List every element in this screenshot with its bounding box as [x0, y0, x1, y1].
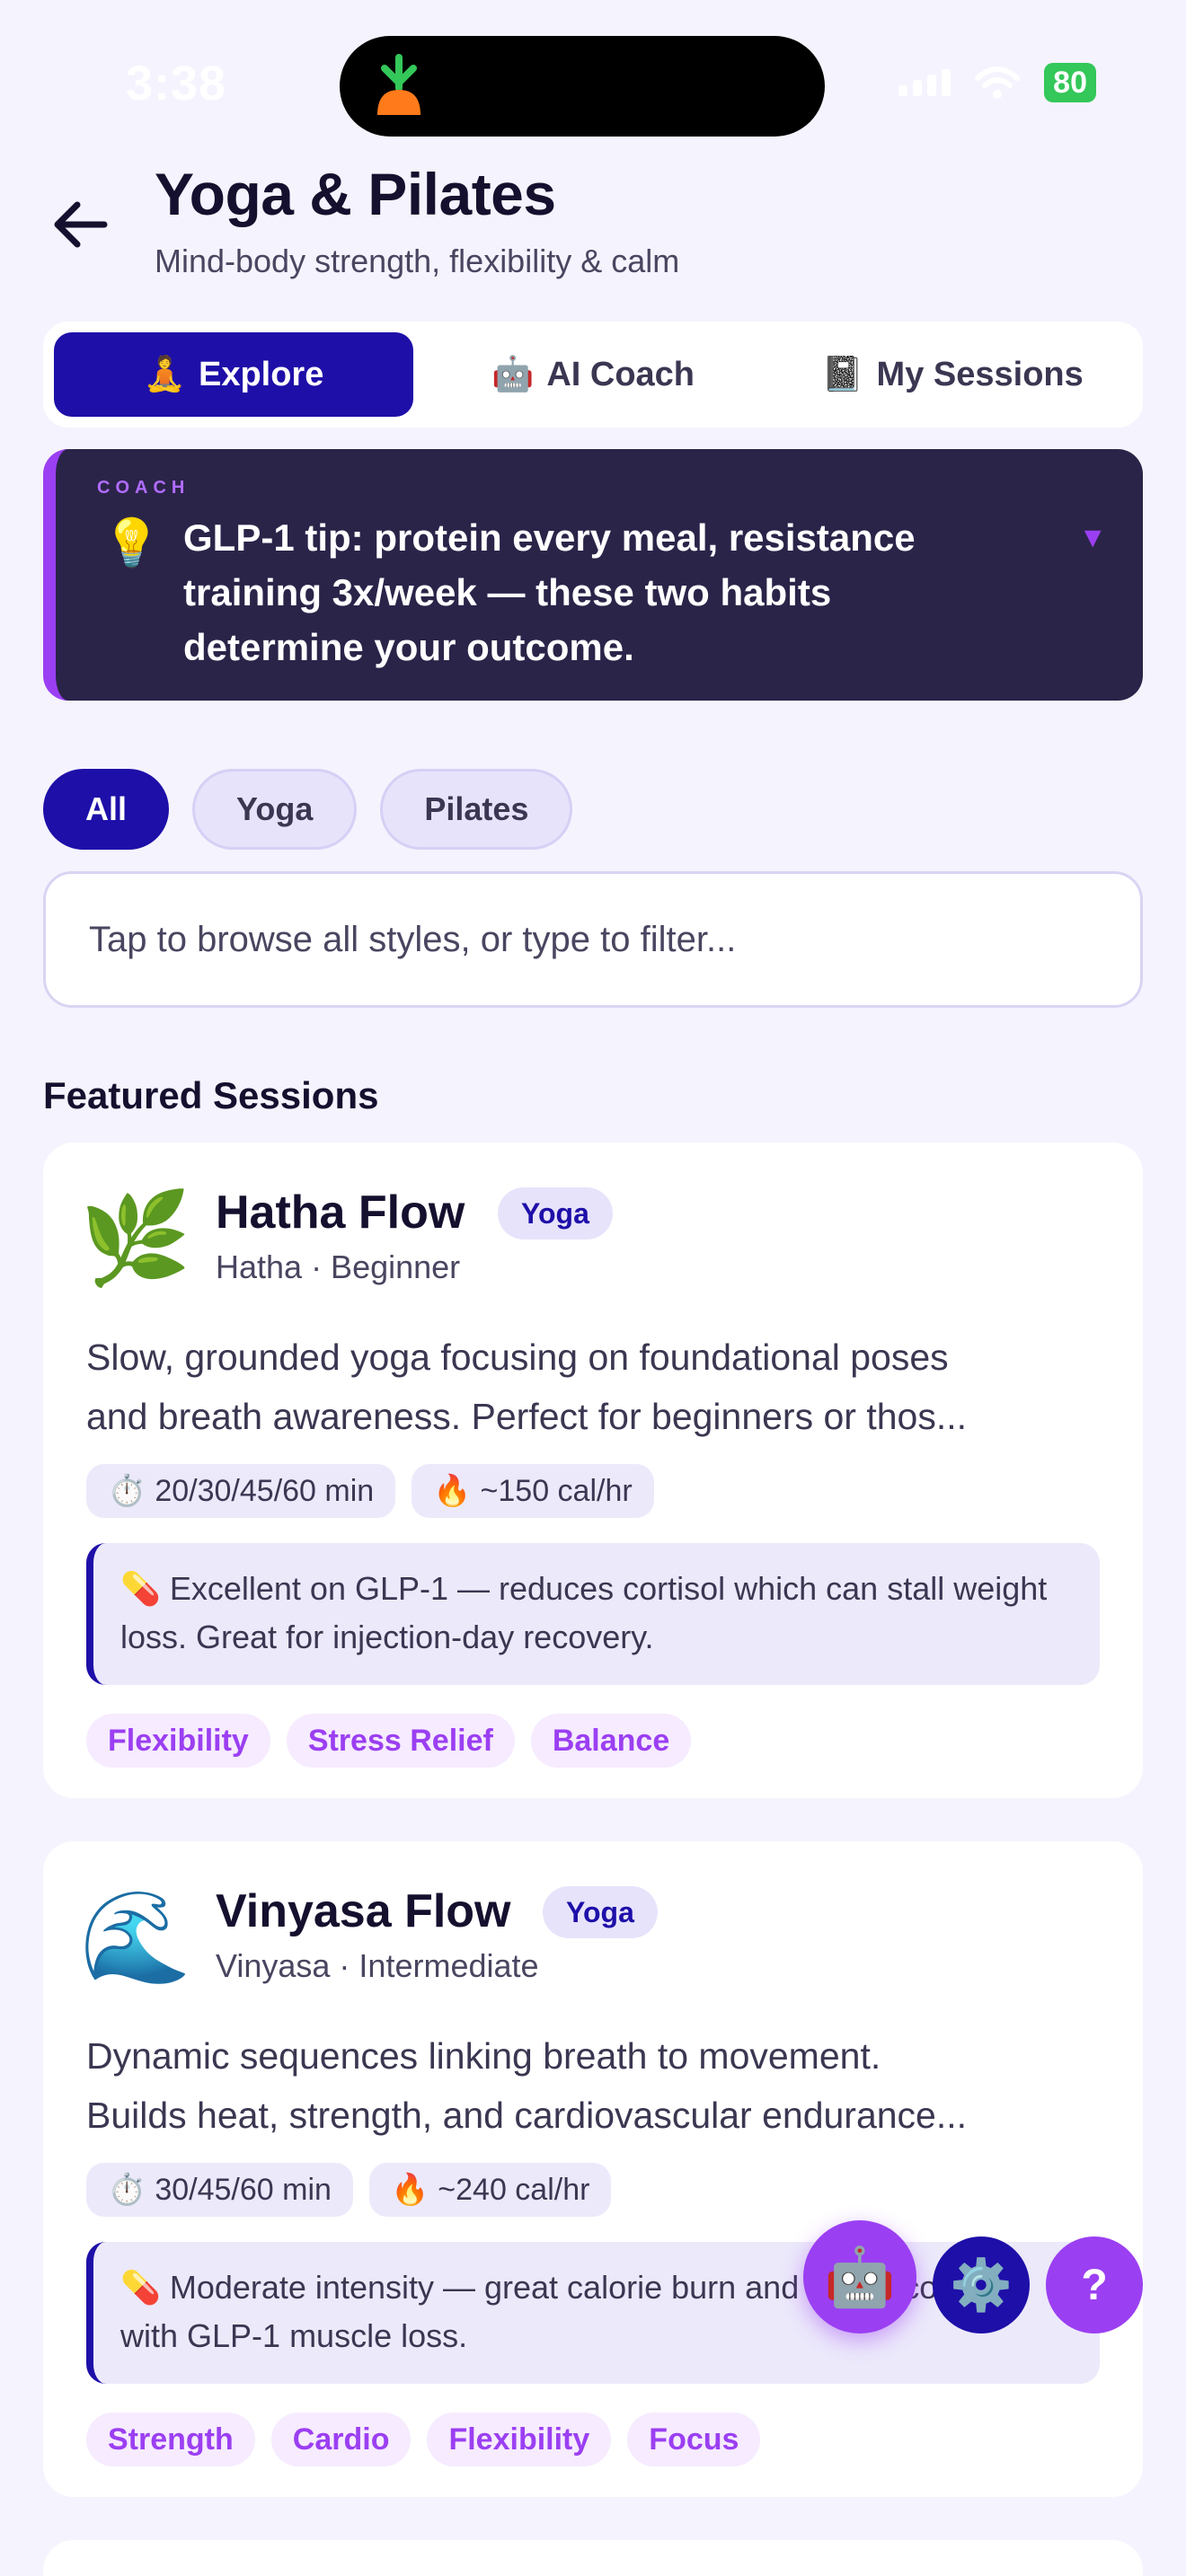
tag-balance: Balance — [530, 1714, 692, 1768]
session-type-badge: Yoga — [543, 1886, 658, 1938]
coach-label: COACH — [97, 478, 190, 498]
settings-fab[interactable]: ⚙️ — [933, 2236, 1030, 2333]
tab-my-sessions[interactable]: 📓 My Sessions — [773, 332, 1132, 417]
chevron-down-icon[interactable]: ▼ — [1078, 521, 1107, 554]
description-line: Builds heat, strength, and cardiovascula… — [86, 2095, 968, 2136]
help-fab[interactable]: ? — [1046, 2236, 1143, 2333]
signal-icon — [898, 69, 951, 96]
herb-icon: 🌿 — [79, 1187, 192, 1289]
tag-stress-relief: Stress Relief — [286, 1714, 515, 1768]
glp-note-text: Excellent on GLP-1 — reduces cortisol wh… — [120, 1570, 1048, 1655]
calories-value: ~150 cal/hr — [480, 1473, 633, 1508]
back-button[interactable] — [43, 189, 115, 260]
session-tags: Strength Cardio Flexibility Focus — [86, 2413, 761, 2466]
search-box[interactable] — [43, 871, 1143, 1008]
wifi-icon — [975, 66, 1021, 99]
search-input[interactable] — [89, 919, 1140, 960]
duration-metric: ⏱️ 20/30/45/60 min — [86, 1464, 396, 1518]
dynamic-island — [340, 36, 825, 137]
session-type-badge: Yoga — [498, 1187, 613, 1239]
session-title: Vinyasa Flow — [216, 1885, 511, 1937]
session-subtitle: Vinyasa · Intermediate — [216, 1947, 539, 1984]
notebook-icon: 📓 — [821, 356, 864, 393]
timer-icon: ⏱️ — [108, 1474, 146, 1508]
filter-chips: All Yoga Pilates — [43, 769, 573, 850]
tab-ai-coach[interactable]: 🤖 AI Coach — [413, 332, 773, 417]
session-metrics: ⏱️ 20/30/45/60 min 🔥 ~150 cal/hr — [86, 1464, 654, 1518]
calories-metric: 🔥 ~150 cal/hr — [412, 1464, 654, 1518]
session-title: Hatha Flow — [216, 1187, 465, 1239]
wave-icon: 🌊 — [79, 1886, 192, 1988]
tab-explore[interactable]: 🧘 Explore — [54, 332, 413, 417]
session-description: Dynamic sequences linking breath to move… — [86, 2026, 1111, 2145]
session-tags: Flexibility Stress Relief Balance — [86, 1714, 692, 1768]
timer-icon: ⏱️ — [108, 2173, 146, 2207]
tag-cardio: Cardio — [270, 2413, 412, 2466]
filter-chip-pilates[interactable]: Pilates — [380, 769, 573, 850]
question-icon: ? — [1081, 2261, 1108, 2309]
status-bar: 3:38 80 — [0, 0, 1186, 144]
coach-tip-card[interactable]: COACH 💡 GLP-1 tip: protein every meal, r… — [43, 449, 1143, 701]
description-line: Dynamic sequences linking breath to move… — [86, 2035, 881, 2077]
session-subtitle: Hatha · Beginner — [216, 1248, 461, 1285]
ai-coach-fab[interactable]: 🤖 — [803, 2220, 916, 2333]
section-title: Featured Sessions — [43, 1074, 379, 1116]
tag-focus: Focus — [627, 2413, 761, 2466]
pill-icon: 💊 — [120, 2269, 161, 2306]
calories-value: ~240 cal/hr — [438, 2172, 590, 2207]
duration-value: 20/30/45/60 min — [155, 1473, 375, 1508]
tag-strength: Strength — [86, 2413, 255, 2466]
session-card-hatha-flow[interactable]: 🌿 Hatha Flow Yoga Hatha · Beginner Slow,… — [43, 1142, 1143, 1798]
duration-metric: ⏱️ 30/45/60 min — [86, 2163, 353, 2217]
pill-icon: 💊 — [120, 1570, 161, 1607]
description-line: Slow, grounded yoga focusing on foundati… — [86, 1337, 949, 1378]
robot-icon: 🤖 — [491, 356, 535, 393]
fire-icon: 🔥 — [433, 1474, 472, 1508]
session-metrics: ⏱️ 30/45/60 min 🔥 ~240 cal/hr — [86, 2163, 612, 2217]
page-subtitle: Mind-body strength, flexibility & calm — [155, 243, 680, 279]
gear-icon: ⚙️ — [950, 2256, 1013, 2313]
tag-flexibility: Flexibility — [86, 1714, 270, 1768]
session-card-vinyasa-flow[interactable]: 🌊 Vinyasa Flow Yoga Vinyasa · Intermedia… — [43, 1841, 1143, 2497]
tab-label: My Sessions — [876, 355, 1084, 393]
fire-icon: 🔥 — [390, 2173, 429, 2207]
status-time: 3:38 — [126, 57, 227, 110]
tag-flexibility: Flexibility — [427, 2413, 612, 2466]
session-card-peek[interactable] — [43, 2540, 1143, 2576]
arrow-left-icon — [54, 201, 108, 248]
session-description: Slow, grounded yoga focusing on foundati… — [86, 1328, 1111, 1446]
page-title: Yoga & Pilates — [155, 161, 556, 227]
description-line: and breath awareness. Perfect for beginn… — [86, 1396, 967, 1437]
robot-icon: 🤖 — [824, 2244, 896, 2309]
glp-note: 💊 Excellent on GLP-1 — reduces cortisol … — [86, 1543, 1100, 1685]
filter-chip-all[interactable]: All — [43, 769, 170, 850]
carrot-icon — [377, 54, 420, 115]
tab-bar: 🧘 Explore 🤖 AI Coach 📓 My Sessions — [43, 322, 1143, 428]
filter-chip-yoga[interactable]: Yoga — [192, 769, 358, 850]
meditation-icon: 🧘 — [143, 356, 186, 393]
battery-indicator: 80 — [1044, 63, 1096, 102]
calories-metric: 🔥 ~240 cal/hr — [368, 2163, 612, 2217]
status-icons: 80 — [898, 63, 1096, 102]
duration-value: 30/45/60 min — [155, 2172, 332, 2207]
tab-label: Explore — [198, 355, 324, 393]
tab-label: AI Coach — [546, 355, 695, 393]
lightbulb-icon: 💡 — [102, 517, 161, 569]
coach-tip-text: GLP-1 tip: protein every meal, resistanc… — [183, 516, 916, 668]
